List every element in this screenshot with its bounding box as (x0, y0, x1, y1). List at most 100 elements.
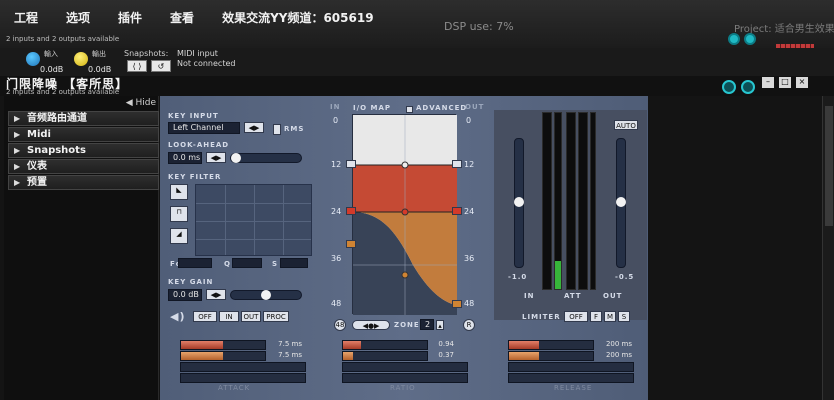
snapshot-reset-button[interactable]: ↺ (151, 60, 171, 72)
iomap-handle-left-12[interactable] (346, 160, 356, 168)
monitor-in-button[interactable]: IN (219, 311, 239, 322)
limiter-s-button[interactable]: S (618, 311, 630, 322)
menu-item-project[interactable]: 工程 (14, 9, 38, 26)
scale-left-48: 48 (331, 299, 342, 308)
limiter-off-button[interactable]: OFF (564, 311, 588, 322)
filter-lowcut-button[interactable]: ◣ (170, 184, 188, 200)
sidebar-item-meters[interactable]: ▶ 仪表 (8, 159, 159, 174)
input-gain-knob[interactable] (26, 52, 40, 66)
monitor-proc-button[interactable]: PROC (263, 311, 289, 322)
sidebar-item-snapshots[interactable]: ▶ Snapshots (8, 143, 159, 158)
plugin-help-icon[interactable] (722, 80, 736, 94)
ratio-value-2: 0.37 (438, 351, 454, 359)
key-gain-slider[interactable] (230, 290, 302, 300)
iomap-handle-right-24[interactable] (452, 207, 462, 215)
attack-value-2: 7.5 ms (278, 351, 302, 359)
input-meter-left (542, 112, 552, 290)
auto-button[interactable]: AUTO (614, 120, 638, 130)
zoom-48-button[interactable]: 48 (334, 319, 346, 331)
filter-bandpass-button[interactable]: ⊓ (170, 206, 188, 222)
key-input-arrows[interactable]: ◀▶ (244, 122, 264, 133)
minimize-icon[interactable]: – (762, 77, 774, 88)
limiter-label: LIMITER (522, 313, 561, 321)
key-gain-value[interactable]: 0.0 dB (168, 289, 202, 301)
output-meter-right (590, 112, 596, 290)
ratio-value-1: 0.94 (438, 340, 454, 348)
sidebar-item-routing[interactable]: ▶ 音频路由通道 (8, 111, 159, 126)
monitor-out-button[interactable]: OUT (241, 311, 261, 322)
slider-thumb[interactable] (261, 290, 271, 300)
look-ahead-slider[interactable] (230, 153, 302, 163)
monitor-off-button[interactable]: OFF (193, 311, 217, 322)
key-filter-graph[interactable] (195, 184, 312, 256)
input-level-slider[interactable] (514, 138, 524, 268)
sidebar-item-midi[interactable]: ▶ Midi (8, 127, 159, 142)
attack-bar-4[interactable] (180, 373, 306, 383)
key-gain-arrows[interactable]: ◀▶ (206, 289, 226, 300)
slider-thumb[interactable] (514, 197, 524, 207)
meter-out-label: OUT (603, 292, 623, 300)
reset-map-button[interactable]: R (463, 319, 475, 331)
iomap-handle-left-36[interactable] (346, 240, 356, 248)
hide-sidebar-button[interactable]: ◀ Hide (126, 98, 156, 108)
limiter-m-button[interactable]: M (604, 311, 616, 322)
ratio-bar-4[interactable] (342, 373, 468, 383)
maximize-icon[interactable]: □ (779, 77, 791, 88)
plugin-power-icon[interactable] (741, 80, 755, 94)
q-field[interactable] (232, 258, 262, 268)
close-icon[interactable]: × (796, 77, 808, 88)
attack-bar-2[interactable] (180, 351, 266, 361)
menu-item-options[interactable]: 选项 (66, 9, 90, 26)
zones-value[interactable]: 2 (420, 319, 434, 330)
look-ahead-arrows[interactable]: ◀▶ (206, 152, 226, 163)
rms-checkbox[interactable] (273, 124, 281, 135)
slider-thumb[interactable] (231, 153, 241, 163)
io-map-graph[interactable] (352, 114, 457, 315)
iomap-nav-control[interactable]: ◀●▶ (352, 320, 390, 330)
menu-item-plugins[interactable]: 插件 (118, 9, 142, 26)
rms-label: RMS (284, 125, 305, 133)
release-value-1: 200 ms (605, 340, 632, 348)
iomap-handle-right-12[interactable] (452, 160, 462, 168)
limiter-f-button[interactable]: F (590, 311, 602, 322)
iomap-handle-right-48[interactable] (452, 300, 462, 308)
attack-bar-1[interactable] (180, 340, 266, 350)
expand-arrow-icon: ▶ (14, 114, 21, 123)
iomap-handle-left-24[interactable] (346, 207, 356, 215)
release-bar-4[interactable] (508, 373, 634, 383)
release-label: RELEASE (554, 384, 593, 392)
scale-left-12: 12 (331, 160, 342, 169)
speaker-icon[interactable]: ◀) (170, 310, 186, 323)
sidebar-item-presets[interactable]: ▶ 预置 (8, 175, 159, 190)
bar-fill (509, 352, 539, 360)
s-label: S (272, 260, 279, 268)
app-window: { "menu": { "items": ["工程","选项","插件","查看… (0, 0, 834, 400)
attack-bar-3[interactable] (180, 362, 306, 372)
s-field[interactable] (280, 258, 308, 268)
ratio-bar-3[interactable] (342, 362, 468, 372)
vertical-scrollbar[interactable] (822, 96, 834, 400)
menu-item-view[interactable]: 查看 (170, 9, 194, 26)
sidebar-item-label: 预置 (27, 177, 47, 188)
snapshots-label: Snapshots: (124, 49, 169, 58)
advanced-checkbox[interactable] (406, 106, 413, 113)
power-icon[interactable] (744, 33, 756, 45)
filter-highcut-button[interactable]: ◢ (170, 228, 188, 244)
release-bar-2[interactable] (508, 351, 594, 361)
output-gain-knob[interactable] (74, 52, 88, 66)
scrollbar-thumb[interactable] (825, 106, 833, 226)
fc-field[interactable] (178, 258, 212, 268)
slider-thumb[interactable] (616, 197, 626, 207)
output-level-slider[interactable] (616, 138, 626, 268)
snapshot-recall-button[interactable]: ⟨ ⟩ (127, 60, 147, 72)
key-input-select[interactable]: Left Channel (168, 122, 240, 134)
look-ahead-value[interactable]: 0.0 ms (168, 152, 202, 164)
release-bar-1[interactable] (508, 340, 594, 350)
zones-stepper[interactable]: ▴ (436, 320, 444, 330)
advanced-label: ADVANCED (416, 104, 468, 112)
grid-line (225, 185, 226, 255)
release-bar-3[interactable] (508, 362, 634, 372)
midi-input-label: MIDI input (177, 49, 218, 58)
attenuation-meter (566, 112, 576, 290)
help-icon[interactable] (728, 33, 740, 45)
